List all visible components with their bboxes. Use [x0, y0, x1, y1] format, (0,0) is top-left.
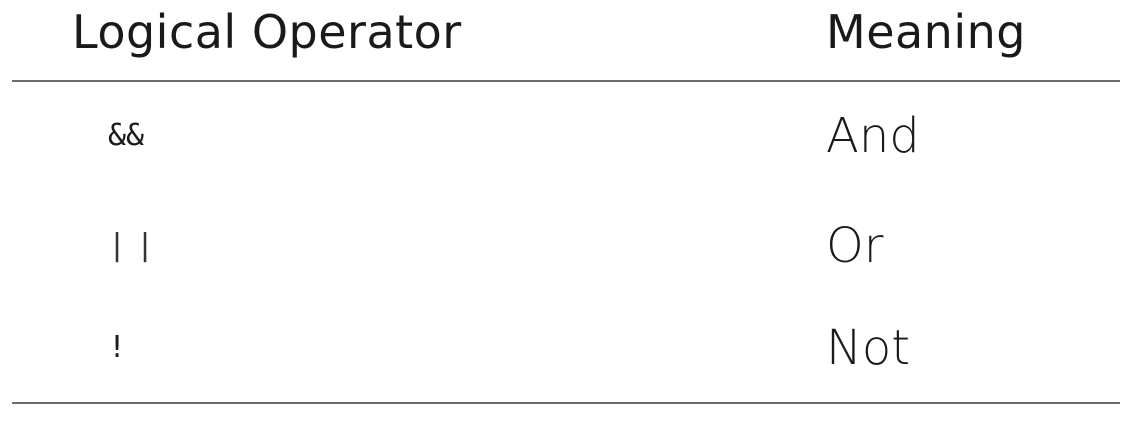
header-logical-operator: Logical Operator [72, 5, 462, 59]
operator-cell: && [108, 118, 145, 153]
table-row: ! Not [0, 308, 1132, 388]
operator-cell: || [108, 228, 165, 263]
table-bottom-rule [12, 402, 1120, 404]
meaning-cell: Not [826, 320, 911, 376]
table-row: || Or [0, 206, 1132, 286]
header-meaning: Meaning [826, 5, 1026, 59]
meaning-cell: Or [826, 218, 884, 274]
table-row: && And [0, 96, 1132, 176]
meaning-cell: And [826, 108, 920, 164]
header-divider [12, 80, 1120, 82]
logical-operators-table: Logical Operator Meaning && And || Or ! … [0, 0, 1132, 440]
operator-cell: ! [108, 330, 127, 365]
